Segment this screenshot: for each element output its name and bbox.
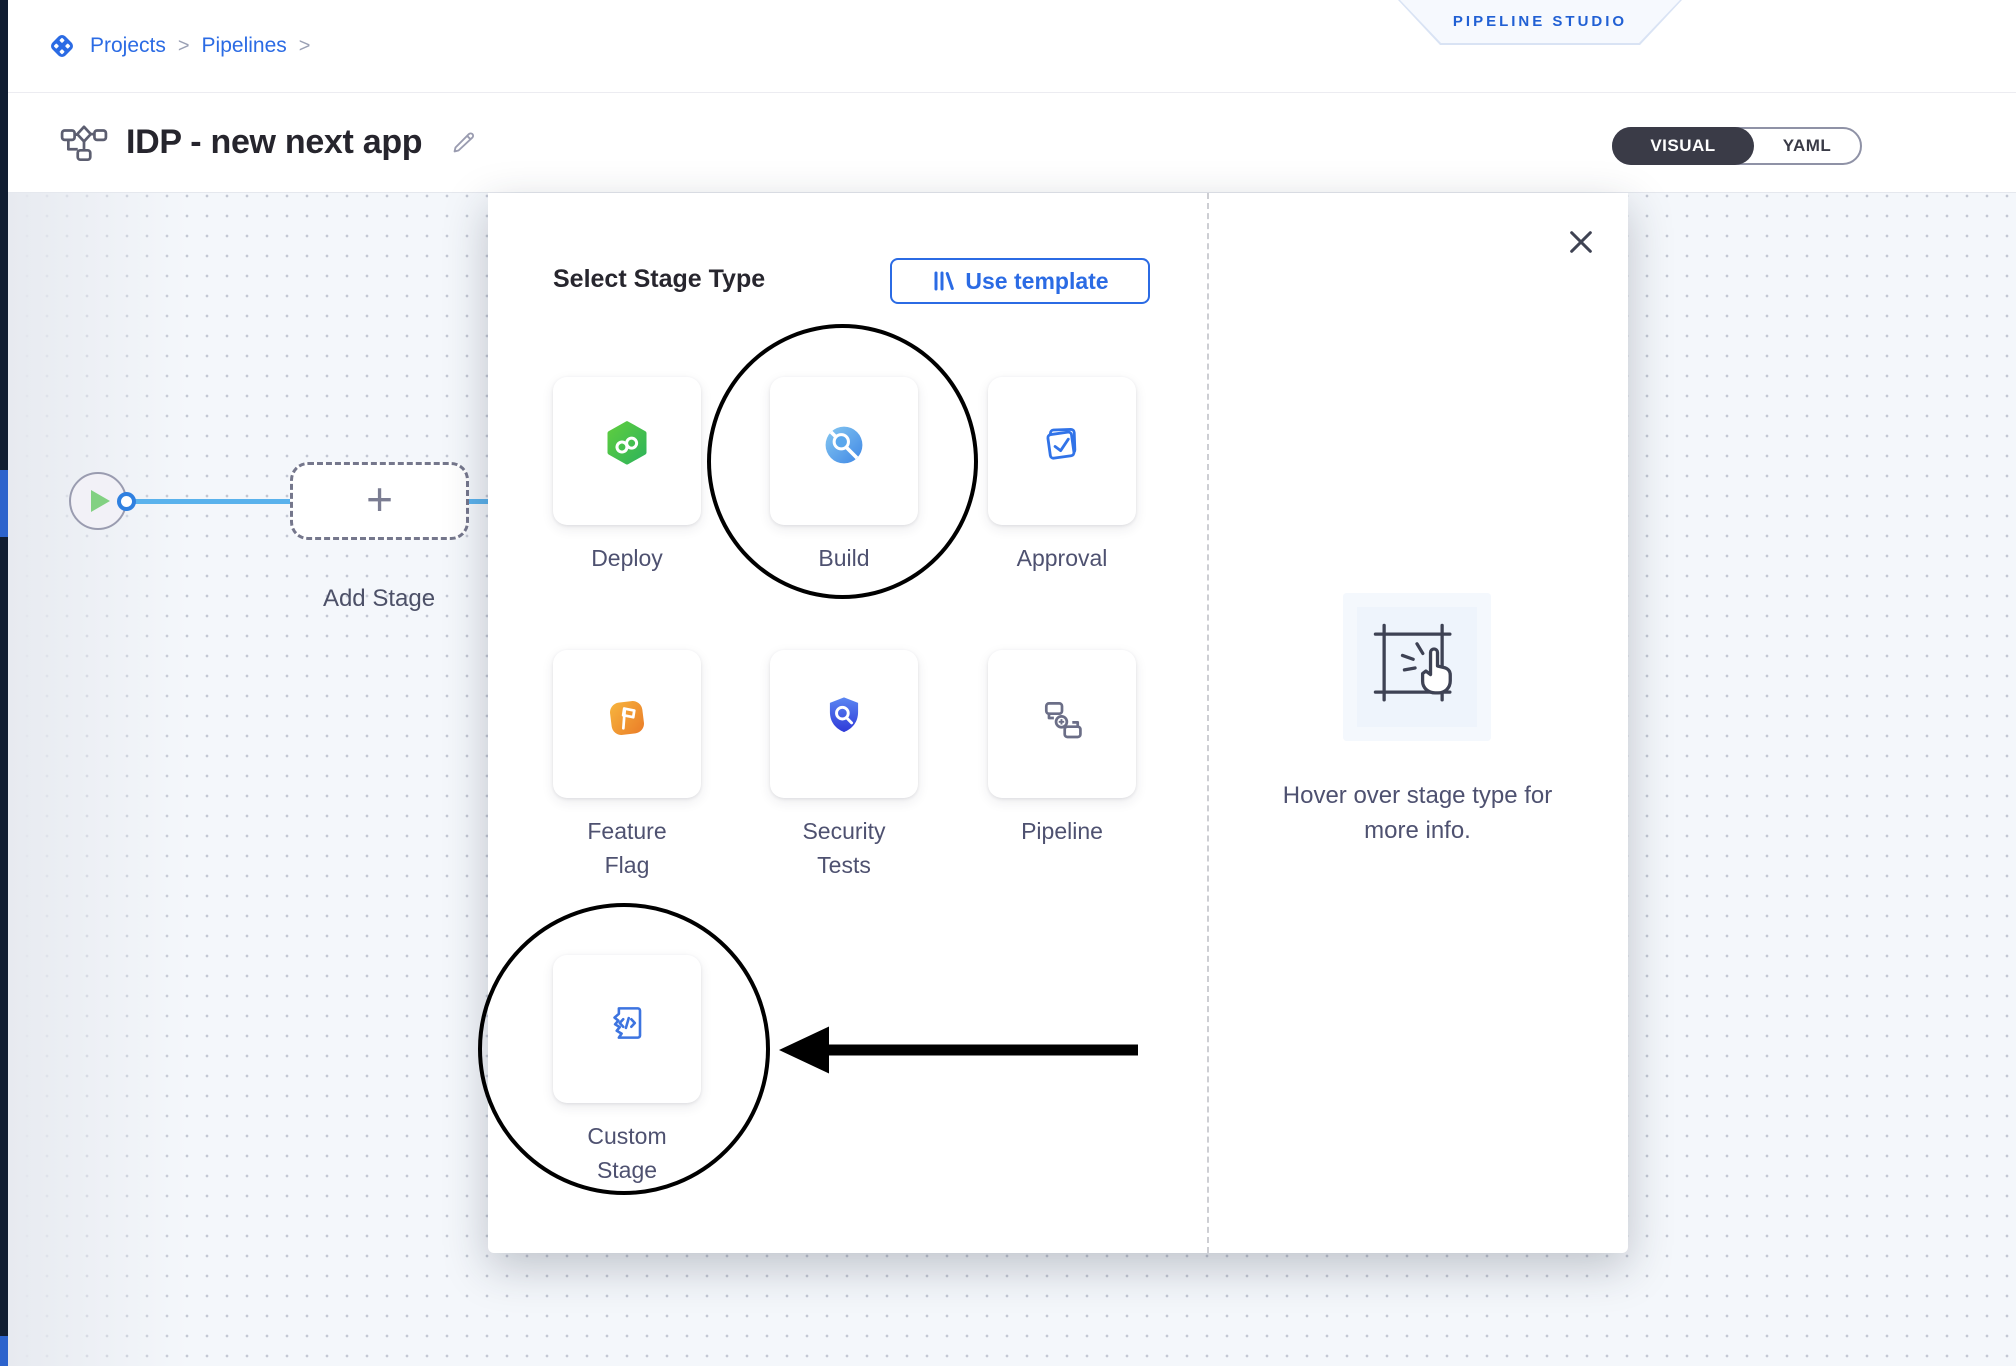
- hover-click-sketch-icon: [1359, 609, 1475, 725]
- stage-label-feature-flag: Feature Flag: [517, 814, 737, 882]
- harness-logo-icon[interactable]: [48, 32, 76, 60]
- close-icon: [1567, 228, 1595, 256]
- stage-label-security-tests: Security Tests: [734, 814, 954, 882]
- use-template-label: Use template: [965, 268, 1108, 295]
- stage-label-build: Build: [734, 541, 954, 575]
- breadcrumb-separator-icon: >: [178, 35, 190, 58]
- toggle-visual-button[interactable]: VISUAL: [1612, 127, 1754, 165]
- stage-card-deploy[interactable]: [553, 377, 701, 525]
- nav-rail-bottom-segment: [0, 1336, 8, 1366]
- stage-label-pipeline: Pipeline: [952, 814, 1172, 848]
- hover-info-illustration: [1343, 593, 1491, 741]
- pipeline-studio-badge-label: PIPELINE STUDIO: [1453, 13, 1627, 30]
- nav-rail-active-segment: [0, 470, 8, 537]
- modal-panel-divider: [1207, 193, 1209, 1253]
- cd-hexagon-icon: [601, 419, 653, 471]
- plus-icon: +: [366, 479, 393, 519]
- canvas-shade: [8, 193, 188, 1366]
- stage-label-custom-stage: Custom Stage: [517, 1119, 737, 1187]
- feature-flag-icon: [601, 692, 653, 744]
- hover-info-text: Hover over stage type for more info.: [1207, 778, 1628, 848]
- breadcrumb: Projects > Pipelines >: [8, 0, 2016, 93]
- pipeline-chain-icon: [1036, 692, 1088, 744]
- stage-card-approval[interactable]: [988, 377, 1136, 525]
- select-stage-type-modal: Select Stage Type Use template: [488, 193, 1628, 1253]
- stage-card-custom-stage[interactable]: [553, 955, 701, 1103]
- view-mode-toggle: VISUAL YAML: [1612, 127, 1862, 165]
- breadcrumb-pipelines-link[interactable]: Pipelines: [202, 34, 287, 58]
- template-library-icon: [931, 269, 955, 293]
- pipeline-studio-app: Projects > Pipelines > PIPELINE STUDIO I…: [0, 0, 2016, 1366]
- custom-code-icon: [601, 997, 653, 1049]
- add-stage-button[interactable]: +: [290, 462, 469, 540]
- stage-card-security-tests[interactable]: [770, 650, 918, 798]
- breadcrumb-separator-icon: >: [299, 35, 311, 58]
- connector-port-dot: [117, 492, 136, 511]
- approval-check-icon: [1036, 419, 1088, 471]
- use-template-button[interactable]: Use template: [890, 258, 1150, 304]
- ci-circle-icon: [818, 419, 870, 471]
- pipeline-studio-badge: PIPELINE STUDIO: [1398, 0, 1682, 45]
- pipeline-flowchart-icon: [60, 123, 108, 163]
- edit-pencil-icon[interactable]: [448, 128, 478, 158]
- collapsed-nav-rail: [0, 0, 8, 1366]
- stage-card-feature-flag[interactable]: [553, 650, 701, 798]
- play-icon: [91, 490, 110, 512]
- modal-title: Select Stage Type: [553, 265, 765, 294]
- stage-card-build[interactable]: [770, 377, 918, 525]
- stage-label-approval: Approval: [952, 541, 1172, 575]
- close-modal-button[interactable]: [1565, 226, 1597, 258]
- security-shield-icon: [818, 692, 870, 744]
- toggle-yaml-button[interactable]: YAML: [1754, 129, 1860, 163]
- breadcrumb-projects-link[interactable]: Projects: [90, 34, 166, 58]
- page-title: IDP - new next app: [126, 123, 422, 162]
- stage-card-pipeline[interactable]: [988, 650, 1136, 798]
- stage-label-deploy: Deploy: [517, 541, 737, 575]
- add-stage-label: Add Stage: [279, 585, 479, 613]
